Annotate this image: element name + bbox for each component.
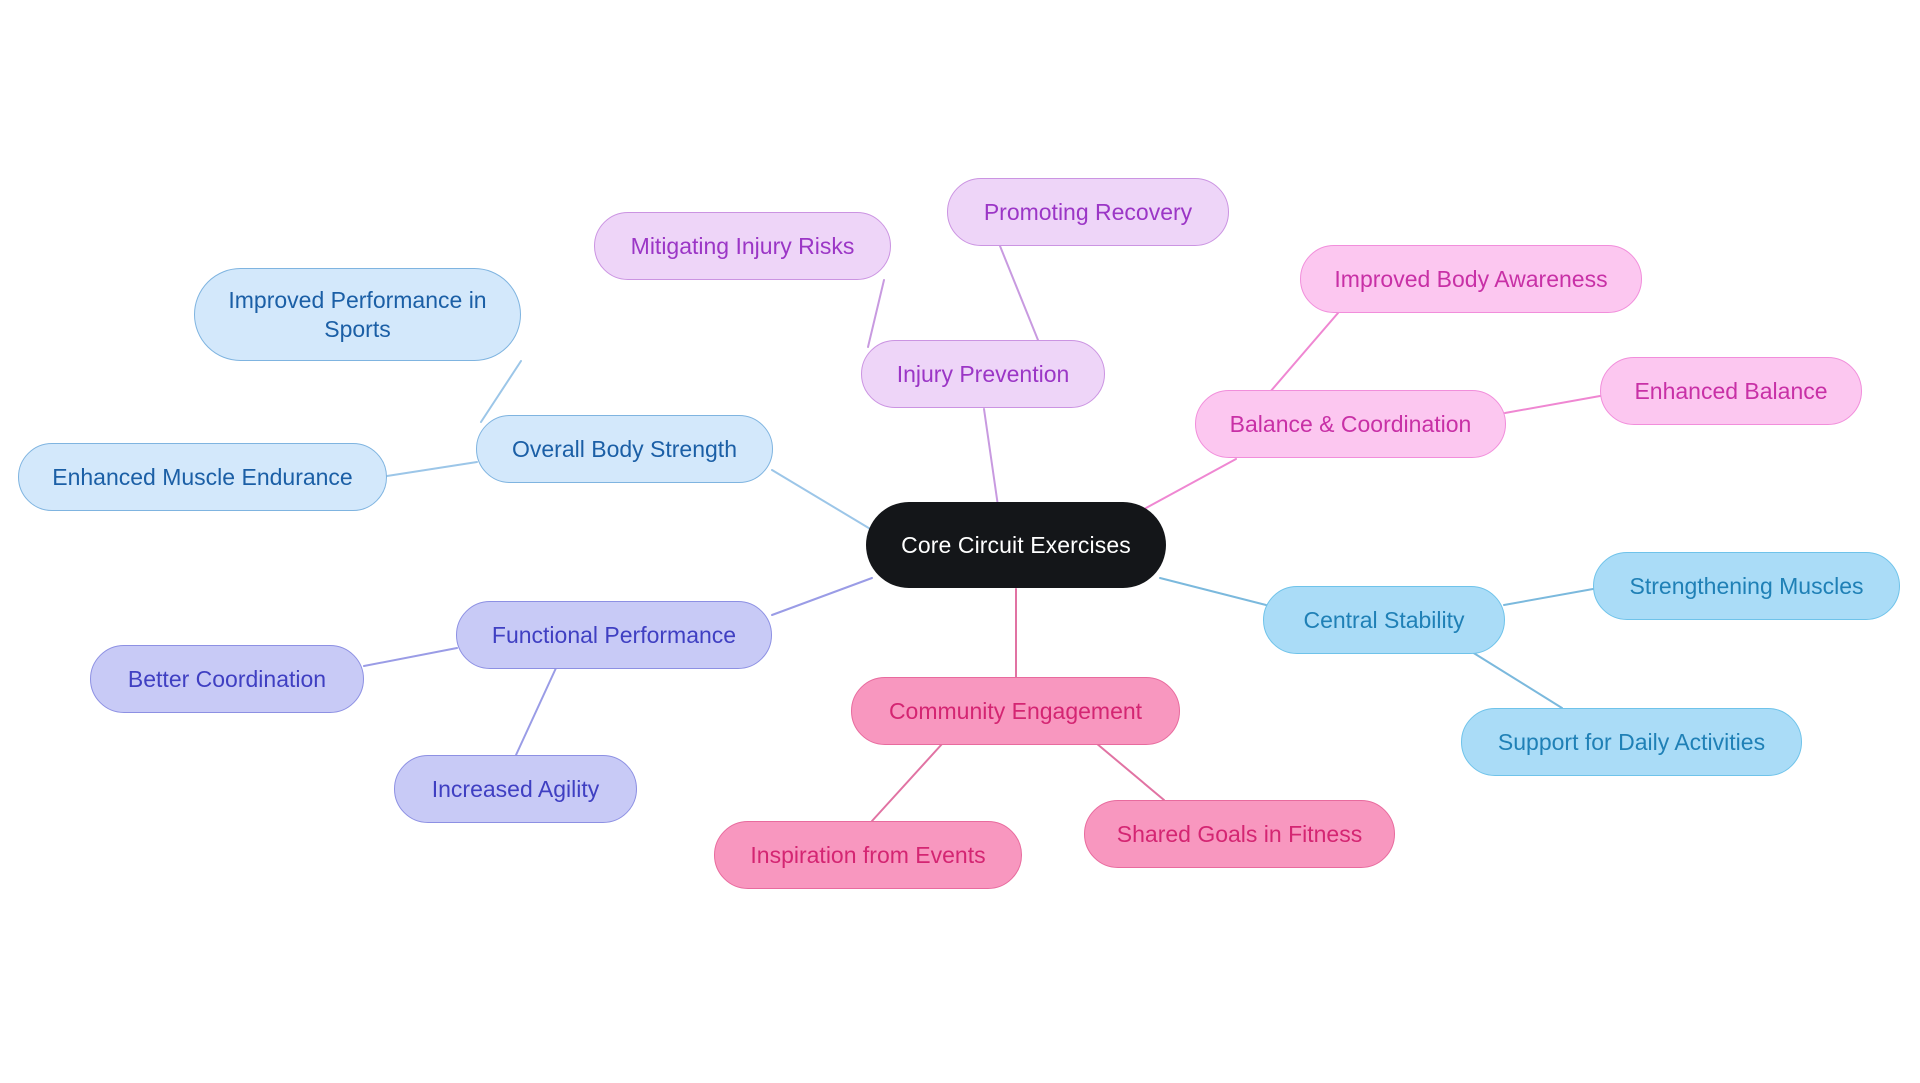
leaf-node-enhanced-balance[interactable]: Enhanced Balance xyxy=(1600,357,1862,425)
leaf-node-strengthening-muscles[interactable]: Strengthening Muscles xyxy=(1593,552,1900,620)
edge-community-engagement-to-shared-goals-in-fitness xyxy=(1095,742,1165,801)
edge-community-engagement-to-inspiration-from-events xyxy=(871,743,943,822)
edge-root-to-functional-performance xyxy=(771,577,873,616)
node-label: Increased Agility xyxy=(431,775,600,802)
edge-overall-body-strength-to-enhanced-muscle-endurance xyxy=(386,461,478,477)
edge-injury-prevention-to-mitigating-injury-risks xyxy=(867,279,885,348)
node-label: Strengthening Muscles xyxy=(1629,572,1864,599)
node-label: Community Engagement xyxy=(888,697,1143,724)
node-label: Better Coordination xyxy=(127,665,327,692)
leaf-node-support-for-daily-activities[interactable]: Support for Daily Activities xyxy=(1461,708,1802,776)
edge-functional-performance-to-increased-agility xyxy=(515,667,557,756)
node-label: Inspiration from Events xyxy=(750,841,986,868)
node-label: Mitigating Injury Risks xyxy=(630,232,855,259)
root-node-root[interactable]: Core Circuit Exercises xyxy=(866,502,1166,588)
edge-central-stability-to-strengthening-muscles xyxy=(1503,588,1594,606)
node-label: Enhanced Muscle Endurance xyxy=(52,463,353,490)
node-label: Core Circuit Exercises xyxy=(901,531,1131,558)
node-label: Improved Performance in Sports xyxy=(228,287,487,342)
node-label: Improved Body Awareness xyxy=(1334,265,1608,292)
node-label: Functional Performance xyxy=(491,621,737,648)
edge-injury-prevention-to-promoting-recovery xyxy=(999,245,1041,346)
node-label: Enhanced Balance xyxy=(1634,377,1828,404)
node-label: Overall Body Strength xyxy=(511,435,737,462)
leaf-node-inspiration-from-events[interactable]: Inspiration from Events xyxy=(714,821,1022,889)
branch-node-balance-and-coordination[interactable]: Balance & Coordination xyxy=(1195,390,1506,458)
branch-node-injury-prevention[interactable]: Injury Prevention xyxy=(861,340,1105,408)
edge-balance-and-coordination-to-improved-body-awareness xyxy=(1269,312,1339,393)
leaf-node-mitigating-injury-risks[interactable]: Mitigating Injury Risks xyxy=(594,212,891,280)
leaf-node-enhanced-muscle-endurance[interactable]: Enhanced Muscle Endurance xyxy=(18,443,387,511)
mindmap-canvas: Core Circuit Exercises Overall Body Stren… xyxy=(0,0,1920,1083)
node-label: Support for Daily Activities xyxy=(1497,728,1766,755)
node-label: Central Stability xyxy=(1303,606,1465,633)
edge-root-to-overall-body-strength xyxy=(771,469,873,531)
branch-node-functional-performance[interactable]: Functional Performance xyxy=(456,601,772,669)
leaf-node-shared-goals-in-fitness[interactable]: Shared Goals in Fitness xyxy=(1084,800,1395,868)
leaf-node-promoting-recovery[interactable]: Promoting Recovery xyxy=(947,178,1229,246)
edge-overall-body-strength-to-improved-performance-in-sports xyxy=(480,360,522,423)
edge-root-to-injury-prevention xyxy=(983,408,999,507)
branch-node-community-engagement[interactable]: Community Engagement xyxy=(851,677,1180,745)
edge-root-to-balance-and-coordination xyxy=(1145,458,1237,509)
edge-root-to-central-stability xyxy=(1159,577,1267,606)
edge-balance-and-coordination-to-enhanced-balance xyxy=(1504,395,1601,414)
node-label: Injury Prevention xyxy=(896,360,1070,387)
node-label: Promoting Recovery xyxy=(983,198,1193,225)
leaf-node-increased-agility[interactable]: Increased Agility xyxy=(394,755,637,823)
edge-functional-performance-to-better-coordination xyxy=(363,647,458,667)
branch-node-central-stability[interactable]: Central Stability xyxy=(1263,586,1505,654)
node-label: Shared Goals in Fitness xyxy=(1116,820,1363,847)
leaf-node-improved-body-awareness[interactable]: Improved Body Awareness xyxy=(1300,245,1642,313)
leaf-node-better-coordination[interactable]: Better Coordination xyxy=(90,645,364,713)
leaf-node-improved-performance-in-sports[interactable]: Improved Performance in Sports xyxy=(194,268,521,361)
node-label: Balance & Coordination xyxy=(1229,410,1472,437)
branch-node-overall-body-strength[interactable]: Overall Body Strength xyxy=(476,415,773,483)
edge-central-stability-to-support-for-daily-activities xyxy=(1471,651,1563,709)
